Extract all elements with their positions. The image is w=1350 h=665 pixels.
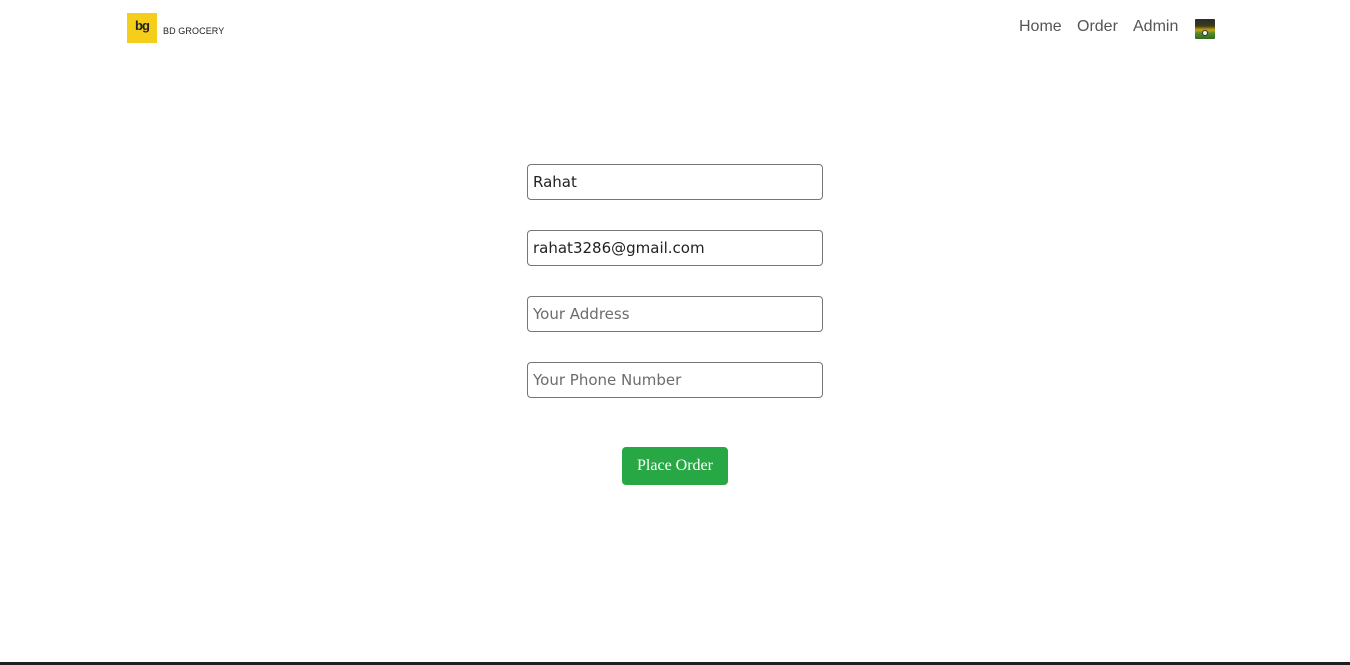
navbar: bg BD GROCERY Home Order Admin bbox=[0, 0, 1350, 58]
name-input[interactable] bbox=[527, 164, 823, 200]
place-order-button[interactable]: Place Order bbox=[622, 447, 728, 485]
nav-links: Home Order Admin bbox=[0, 18, 1350, 40]
email-input[interactable] bbox=[527, 230, 823, 266]
checkout-page: bg BD GROCERY Home Order Admin Place Ord… bbox=[0, 0, 1350, 665]
nav-link-admin[interactable]: Admin bbox=[1133, 18, 1178, 36]
user-avatar[interactable] bbox=[1195, 19, 1215, 39]
nav-link-home[interactable]: Home bbox=[1019, 18, 1062, 36]
address-input[interactable] bbox=[527, 296, 823, 332]
phone-input[interactable] bbox=[527, 362, 823, 398]
nav-link-order[interactable]: Order bbox=[1077, 18, 1118, 36]
